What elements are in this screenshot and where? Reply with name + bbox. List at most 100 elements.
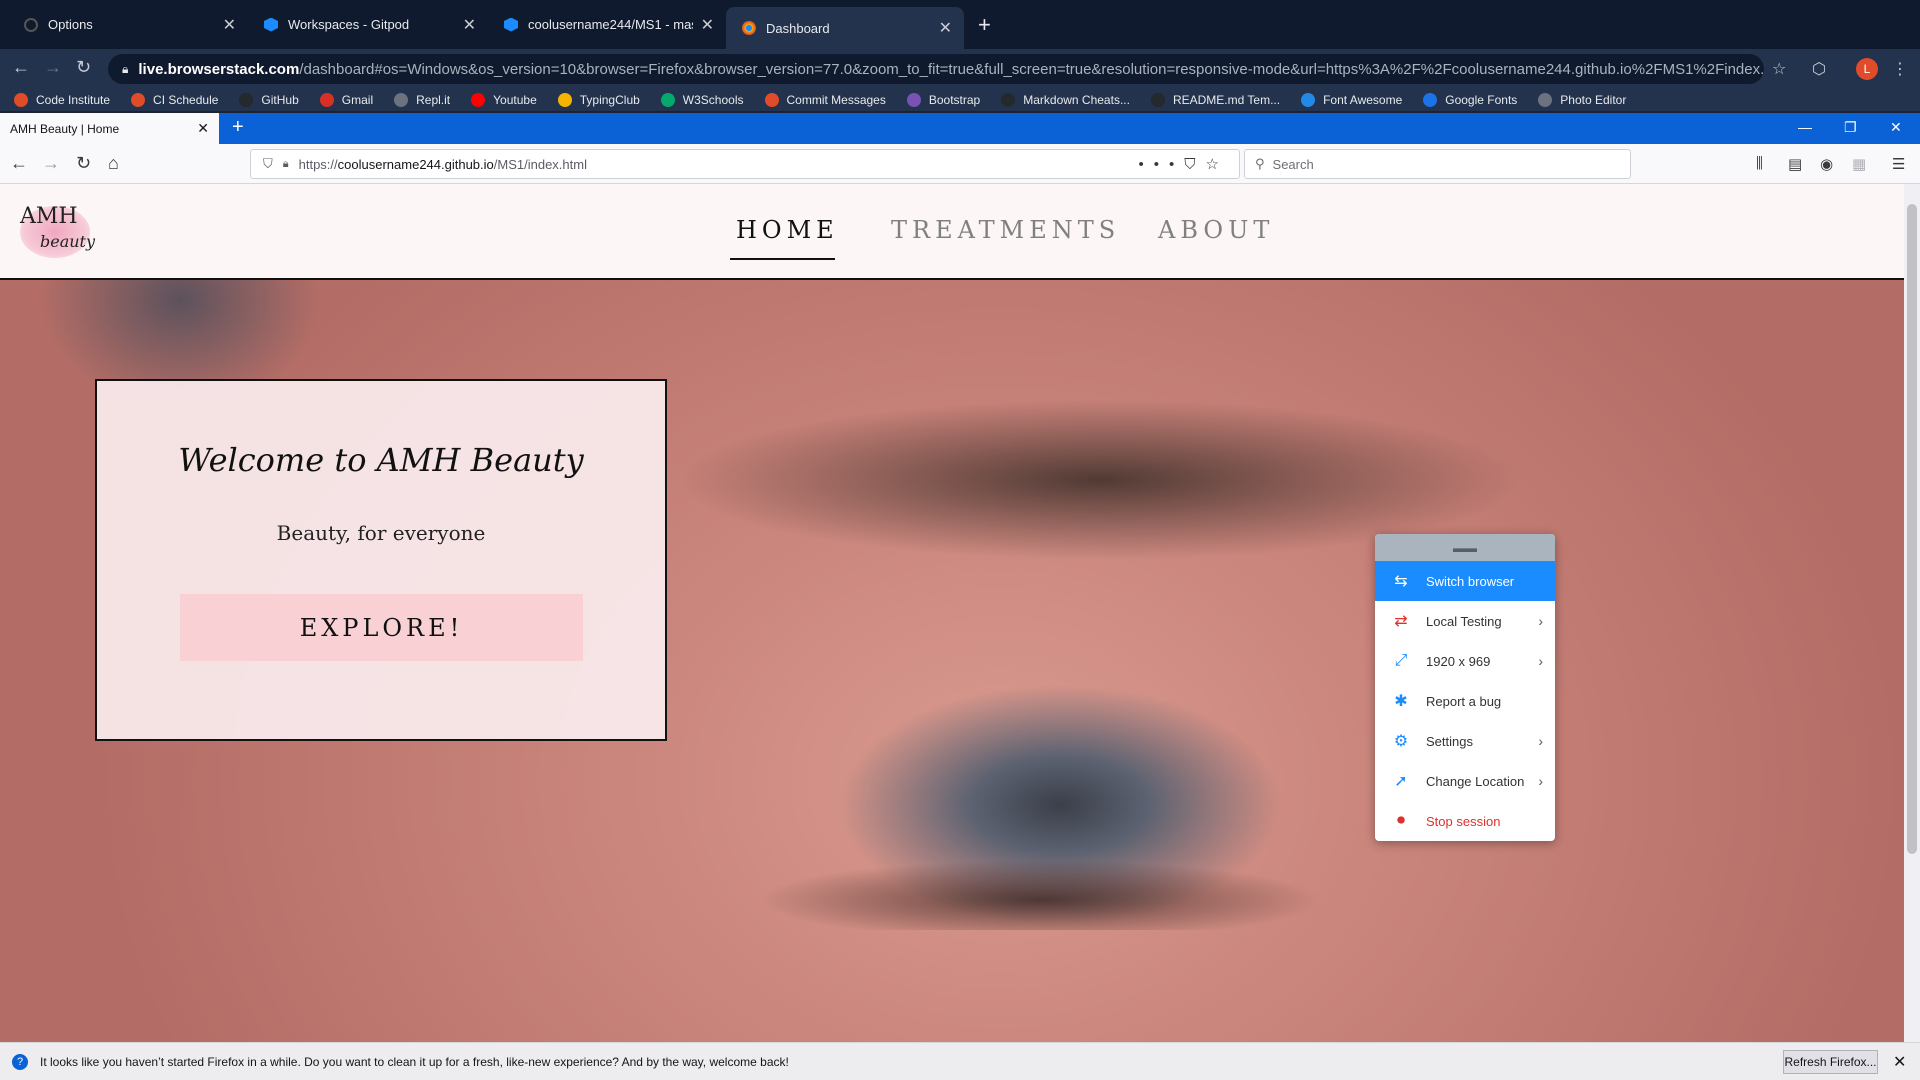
tab-title: Dashboard [766, 20, 830, 36]
sidebar-icon[interactable]: ▤ [1788, 155, 1802, 173]
close-icon[interactable]: ✕ [463, 15, 476, 35]
back-arrow-icon[interactable]: ← [12, 57, 30, 78]
close-window-icon[interactable]: ✕ [1890, 119, 1902, 136]
refresh-firefox-button[interactable]: Refresh Firefox... [1783, 1050, 1878, 1074]
info-icon: ? [12, 1053, 28, 1070]
back-arrow-icon[interactable]: ← [10, 153, 28, 174]
options-favicon-icon [24, 17, 38, 32]
settings-item[interactable]: ⚙ Settings › [1375, 721, 1555, 761]
bookmark-item[interactable]: Repl.it [394, 93, 450, 107]
logo-text-beauty: beauty [40, 232, 96, 251]
drag-handle-icon[interactable]: ▬▬ [1375, 534, 1555, 561]
page-actions-icons[interactable]: •••⛉☆ [1139, 155, 1229, 173]
bookmark-label: Google Fonts [1445, 93, 1518, 107]
restore-icon[interactable]: ❐ [1844, 119, 1857, 136]
firefox-tab-amh-beauty[interactable]: AMH Beauty | Home ✕ [0, 113, 219, 144]
browserstack-favicon-icon [742, 21, 756, 35]
bookmark-item[interactable]: CI Schedule [131, 93, 218, 107]
close-icon[interactable]: ✕ [1893, 1052, 1906, 1072]
url-host: coolusername244.github.io [337, 156, 494, 172]
bookmark-favicon-icon [394, 93, 409, 107]
change-location-item[interactable]: ➚ Change Location › [1375, 761, 1555, 801]
page-scrollbar[interactable] [1904, 184, 1920, 1042]
explore-button[interactable]: EXPLORE! [180, 594, 583, 661]
home-icon[interactable]: ⌂ [108, 153, 119, 174]
close-icon[interactable]: ✕ [701, 15, 714, 35]
scrollbar-thumb[interactable] [1907, 204, 1917, 854]
account-icon[interactable]: ◉ [1820, 155, 1833, 173]
bookmark-favicon-icon [1001, 93, 1016, 107]
extension-icon[interactable]: ⬡ [1812, 59, 1826, 79]
menu-item-label: Switch browser [1426, 573, 1515, 589]
minimize-icon[interactable]: — [1798, 119, 1812, 135]
tab-title: Workspaces - Gitpod [288, 17, 410, 32]
firefox-search-input[interactable]: ⚲ Search [1244, 149, 1631, 179]
forward-arrow-icon[interactable]: → [44, 57, 62, 78]
chrome-tab-options[interactable]: Options ✕ [8, 7, 248, 42]
close-icon[interactable]: ✕ [223, 15, 236, 35]
hamburger-menu-icon[interactable]: ☰ [1892, 155, 1905, 173]
switch-browser-item[interactable]: ⇆ Switch browser [1375, 561, 1555, 601]
chevron-right-icon: › [1538, 653, 1543, 669]
bookmark-item[interactable]: GitHub [239, 93, 299, 107]
extension-icon[interactable]: ▦ [1852, 155, 1866, 173]
report-bug-item[interactable]: ✱ Report a bug [1375, 681, 1555, 721]
bookmark-item[interactable]: Photo Editor [1538, 93, 1626, 107]
chrome-tab-strip: Options ✕ Workspaces - Gitpod ✕ cooluser… [0, 0, 1920, 49]
menu-kebab-icon[interactable]: ⋮ [1892, 59, 1908, 79]
bookmark-item[interactable]: Code Institute [14, 93, 110, 107]
location-arrow-icon: ➚ [1394, 773, 1408, 790]
nav-home[interactable]: HOME [736, 216, 839, 244]
bookmark-item[interactable]: W3Schools [660, 93, 744, 107]
resolution-item[interactable]: ⤢ 1920 x 969 › [1375, 641, 1555, 681]
bookmark-item[interactable]: Google Fonts [1423, 93, 1517, 107]
bookmark-label: README.md Tem... [1172, 93, 1281, 107]
chrome-toolbar: ← → ↻ 🔒︎ live.browserstack.com /dashboar… [0, 49, 1920, 89]
bookmark-item[interactable]: Youtube [471, 93, 537, 107]
github-favicon-icon [504, 17, 518, 32]
reload-icon[interactable]: ↻ [76, 153, 91, 174]
tab-title: coolusername244/MS1 - maste [528, 17, 693, 32]
url-rest: /dashboard#os=Windows&os_version=10&brow… [299, 60, 1764, 78]
firefox-url-bar[interactable]: ⛉ 🔒︎ https:// coolusername244.github.io … [250, 149, 1240, 179]
stop-session-item[interactable]: ⏺ Stop session [1375, 801, 1555, 841]
search-icon: ⚲ [1255, 156, 1265, 171]
local-testing-icon: ⇄ [1394, 613, 1408, 630]
reload-icon[interactable]: ↻ [76, 57, 91, 78]
bookmark-favicon-icon [319, 93, 334, 107]
welcome-title: Welcome to AMH Beauty [178, 441, 584, 479]
bookmark-item[interactable]: TypingClub [557, 93, 640, 107]
bookmark-label: Repl.it [416, 93, 451, 107]
library-icon[interactable]: ⫼ [1756, 155, 1763, 172]
new-tab-plus-icon[interactable]: + [978, 12, 991, 38]
bookmark-item[interactable]: Commit Messages [764, 93, 886, 107]
bookmark-item[interactable]: Gmail [319, 93, 373, 107]
site-logo[interactable]: AMH beauty [18, 202, 96, 260]
bookmark-label: GitHub [261, 93, 299, 107]
nav-active-underline [730, 258, 835, 260]
bookmark-item[interactable]: Markdown Cheats... [1001, 93, 1130, 107]
nav-treatments[interactable]: TREATMENTS [891, 216, 1120, 244]
stop-icon: ⏺ [1396, 812, 1405, 829]
forward-arrow-icon[interactable]: → [42, 153, 60, 174]
url-host: live.browserstack.com [138, 60, 300, 78]
gitpod-favicon-icon [264, 17, 278, 32]
address-bar[interactable]: 🔒︎ live.browserstack.com /dashboard#os=W… [108, 54, 1764, 84]
chrome-tab-dashboard[interactable]: Dashboard ✕ [726, 7, 964, 49]
bookmark-item[interactable]: README.md Tem... [1150, 93, 1281, 107]
firefox-toolbar: ← → ↻ ⌂ ⛉ 🔒︎ https:// coolusername244.gi… [0, 144, 1920, 184]
nav-about[interactable]: ABOUT [1158, 216, 1274, 244]
local-testing-item[interactable]: ⇄ Local Testing › [1375, 601, 1555, 641]
close-icon[interactable]: ✕ [939, 18, 952, 38]
close-icon[interactable]: ✕ [197, 120, 209, 137]
bookmark-item[interactable]: Bootstrap [906, 93, 980, 107]
menu-item-label: 1920 x 969 [1426, 653, 1491, 669]
chrome-tab-gitpod[interactable]: Workspaces - Gitpod ✕ [248, 7, 488, 42]
bookmark-item[interactable]: Font Awesome [1301, 93, 1402, 107]
bookmark-favicon-icon [14, 93, 28, 107]
bookmark-label: W3Schools [682, 93, 744, 107]
new-tab-plus-icon[interactable]: + [232, 116, 244, 139]
star-icon[interactable]: ☆ [1772, 59, 1786, 79]
chrome-tab-github[interactable]: coolusername244/MS1 - maste ✕ [488, 7, 726, 42]
avatar[interactable]: L [1856, 58, 1878, 80]
